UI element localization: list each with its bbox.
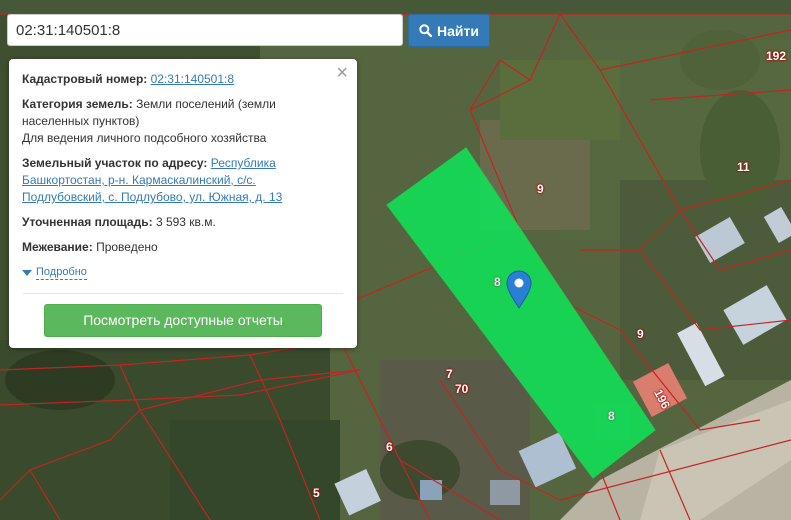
land-category-value-1: Земли поселений (земли: [136, 97, 276, 111]
parcel-label-8-second: 8: [608, 409, 615, 423]
address-link-3[interactable]: Подлубовский, с. Подлубово, ул. Южная, д…: [22, 190, 282, 204]
parcel-label-6: 6: [386, 440, 393, 454]
parcel-label-11: 11: [737, 160, 750, 174]
address-label: Земельный участок по адресу:: [22, 156, 208, 170]
parcel-info-panel: × Кадастровый номер: 02:31:140501:8 Кате…: [9, 59, 357, 348]
parcel-label-8: 8: [494, 275, 501, 289]
area-value: 3 593 кв.м.: [155, 215, 216, 229]
land-category-label: Категория земель:: [22, 97, 133, 111]
search-button[interactable]: Найти: [408, 14, 490, 47]
search-input[interactable]: [7, 14, 403, 46]
panel-divider: [23, 293, 343, 294]
search-icon: [419, 24, 433, 37]
survey-value: Проведено: [96, 240, 158, 254]
view-reports-button[interactable]: Посмотреть доступные отчеты: [44, 304, 322, 337]
area-label: Уточненная площадь:: [22, 215, 153, 229]
survey-label: Межевание:: [22, 240, 93, 254]
caret-down-icon: [22, 270, 32, 276]
parcel-label-9: 9: [537, 182, 544, 196]
search-button-label: Найти: [437, 22, 479, 39]
parcel-label-9-second: 9: [637, 327, 644, 341]
details-toggle[interactable]: Подробно: [22, 266, 344, 280]
close-icon[interactable]: ×: [336, 62, 348, 84]
address-link-2[interactable]: Башкортостан, р-н. Кармаскалинский, с/с.: [22, 173, 256, 187]
land-purpose: Для ведения личного подсобного хозяйства: [22, 131, 267, 145]
cadastral-number-link[interactable]: 02:31:140501:8: [151, 72, 234, 86]
details-label: Подробно: [36, 266, 87, 280]
parcel-label-5: 5: [313, 486, 320, 500]
parcel-label-7: 7: [446, 367, 453, 381]
parcel-label-70: 70: [455, 382, 469, 396]
address-link-1[interactable]: Республика: [211, 156, 276, 170]
parcel-label-192: 192: [766, 49, 787, 63]
cadastral-label: Кадастровый номер:: [22, 72, 148, 86]
land-category-value-2: населенных пунктов): [22, 114, 140, 128]
